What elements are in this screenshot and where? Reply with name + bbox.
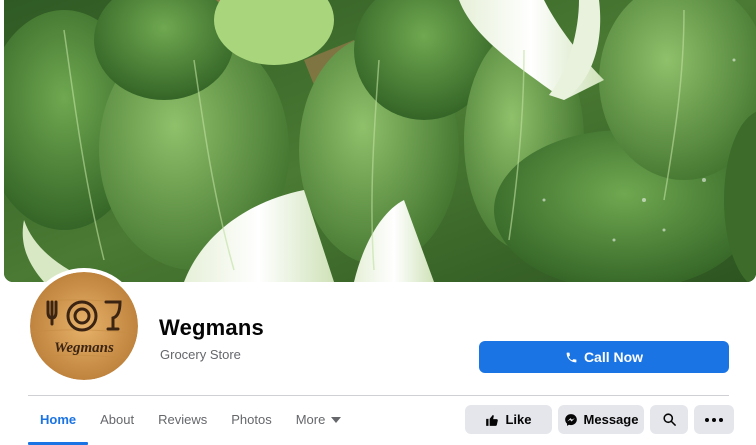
search-icon [662, 413, 676, 426]
tab-home[interactable]: Home [28, 396, 89, 445]
caret-down-icon [331, 417, 342, 423]
search-button[interactable] [650, 405, 688, 434]
phone-icon [566, 352, 577, 362]
like-label: Like [505, 412, 532, 427]
tab-label: Photos [231, 412, 272, 427]
tab-label: More [295, 412, 326, 427]
tab-label: Reviews [158, 412, 208, 427]
like-button[interactable]: Like [465, 405, 552, 434]
tab-more[interactable]: More [284, 396, 354, 443]
avatar[interactable]: Wegmans [30, 272, 138, 380]
messenger-icon [564, 413, 577, 426]
call-now-button[interactable]: Call Now [479, 341, 729, 373]
tab-label: Home [40, 412, 77, 427]
page-title: Wegmans [159, 315, 264, 340]
more-options-button[interactable] [694, 405, 734, 434]
call-now-label: Call Now [583, 349, 644, 365]
page-tabs: Home About Reviews Photos More [28, 396, 353, 445]
cover-image-bok-choy [4, 0, 756, 282]
page-category[interactable]: Grocery Store [160, 347, 241, 362]
message-label: Message [583, 412, 639, 427]
tab-reviews[interactable]: Reviews [146, 396, 219, 443]
ellipsis-icon [705, 417, 723, 422]
message-button[interactable]: Message [558, 405, 644, 434]
thumbs-up-icon [486, 414, 499, 426]
tab-about[interactable]: About [88, 396, 146, 443]
logo-wordmark: Wegmans [54, 340, 114, 356]
tab-photos[interactable]: Photos [219, 396, 283, 443]
cover-photo[interactable] [4, 0, 756, 282]
profile-picture-frame[interactable]: Wegmans [26, 268, 142, 384]
page-actions: Like Message [465, 405, 734, 434]
tab-label: About [100, 412, 135, 427]
wegmans-logo: Wegmans [30, 272, 138, 380]
